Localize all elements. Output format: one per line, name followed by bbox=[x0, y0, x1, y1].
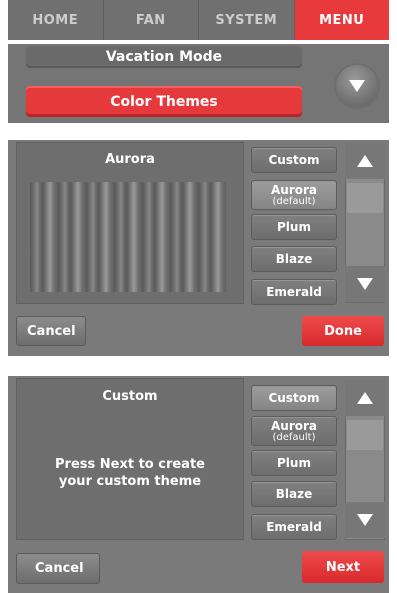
theme-option-label: Blaze bbox=[275, 252, 313, 266]
scroll-down-button[interactable] bbox=[345, 266, 385, 302]
menu-item-vacation-mode[interactable]: Vacation Mode bbox=[26, 46, 302, 68]
theme-option-blaze[interactable]: Blaze bbox=[251, 481, 337, 507]
tab-home[interactable]: HOME bbox=[8, 0, 104, 40]
theme-option-label: Plum bbox=[277, 220, 311, 234]
theme-option-sublabel: (default) bbox=[272, 431, 316, 443]
theme-option-label: Emerald bbox=[266, 520, 322, 534]
next-button[interactable]: Next bbox=[302, 551, 384, 583]
theme-option-custom[interactable]: Custom bbox=[251, 385, 337, 411]
cancel-button[interactable]: Cancel bbox=[16, 553, 100, 584]
down-arrow-icon bbox=[357, 278, 373, 290]
theme-option-label: Emerald bbox=[266, 285, 322, 299]
scrollbar-thumb[interactable] bbox=[347, 420, 383, 450]
up-arrow-icon bbox=[357, 155, 373, 167]
scroll-up-button[interactable] bbox=[345, 380, 385, 416]
tab-menu[interactable]: MENU bbox=[294, 0, 389, 40]
custom-theme-message-line1: Press Next to create bbox=[55, 457, 205, 472]
theme-option-custom[interactable]: Custom bbox=[251, 147, 337, 173]
scroll-up-button[interactable] bbox=[345, 143, 385, 179]
theme-option-aurora[interactable]: Aurora (default) bbox=[251, 180, 337, 210]
preview-title: Custom bbox=[102, 389, 158, 404]
scrollbar-thumb[interactable] bbox=[347, 183, 383, 213]
up-arrow-icon bbox=[357, 392, 373, 404]
theme-option-label: Blaze bbox=[275, 487, 313, 501]
tab-fan[interactable]: FAN bbox=[104, 0, 199, 40]
custom-theme-message-line2: your custom theme bbox=[58, 474, 202, 489]
done-button[interactable]: Done bbox=[302, 316, 384, 346]
cancel-button[interactable]: Cancel bbox=[16, 316, 86, 346]
theme-option-aurora[interactable]: Aurora (default) bbox=[251, 416, 337, 446]
theme-option-emerald[interactable]: Emerald bbox=[251, 514, 337, 540]
theme-option-plum[interactable]: Plum bbox=[251, 214, 337, 240]
theme-option-label: Custom bbox=[268, 391, 320, 405]
theme-option-emerald[interactable]: Emerald bbox=[251, 279, 337, 305]
theme-option-label: Plum bbox=[277, 456, 311, 470]
top-nav: HOME FAN SYSTEM MENU bbox=[8, 0, 389, 40]
tab-system[interactable]: SYSTEM bbox=[199, 0, 295, 40]
theme-option-label: Aurora bbox=[270, 182, 317, 197]
theme-option-plum[interactable]: Plum bbox=[251, 450, 337, 476]
menu-item-color-themes[interactable]: Color Themes bbox=[26, 86, 302, 117]
down-arrow-icon bbox=[349, 80, 365, 92]
menu-scroll-down-button[interactable] bbox=[336, 65, 378, 107]
custom-theme-message: Press Next to create your custom theme bbox=[16, 456, 244, 490]
aurora-preview-image bbox=[30, 182, 226, 292]
preview-title: Aurora bbox=[105, 152, 155, 167]
theme-option-blaze[interactable]: Blaze bbox=[251, 246, 337, 272]
down-arrow-icon bbox=[357, 514, 373, 526]
theme-option-label: Aurora bbox=[270, 418, 317, 433]
theme-option-sublabel: (default) bbox=[272, 195, 316, 207]
scroll-down-button[interactable] bbox=[345, 502, 385, 538]
theme-option-label: Custom bbox=[268, 153, 320, 167]
